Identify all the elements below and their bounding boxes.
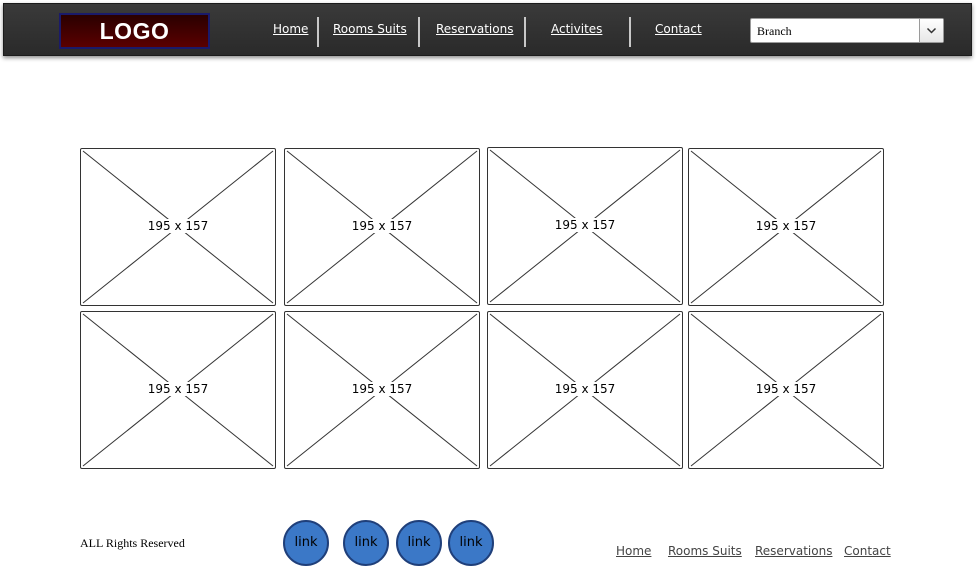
image-placeholder: 195 x 157	[284, 311, 480, 469]
footer-link-contact[interactable]: Contact	[844, 544, 891, 558]
circle-link-4[interactable]: link	[448, 520, 494, 566]
footer-link-rooms-suits[interactable]: Rooms Suits	[668, 544, 742, 558]
image-placeholder: 195 x 157	[688, 148, 884, 306]
image-placeholder-label: 195 x 157	[350, 382, 414, 396]
footer-link-reservations[interactable]: Reservations	[755, 544, 832, 558]
image-placeholder: 195 x 157	[487, 147, 683, 305]
chevron-down-icon	[926, 27, 937, 34]
nav-separator	[418, 17, 420, 47]
image-placeholder-label: 195 x 157	[146, 219, 210, 233]
branch-select-value: Branch	[757, 24, 792, 38]
footer-link-home[interactable]: Home	[616, 544, 651, 558]
image-placeholder: 195 x 157	[80, 311, 276, 469]
branch-dropdown-button[interactable]	[919, 19, 943, 42]
image-placeholder-label: 195 x 157	[553, 218, 617, 232]
nav-reservations[interactable]: Reservations	[436, 22, 513, 36]
nav-separator	[524, 17, 526, 47]
image-placeholder-label: 195 x 157	[350, 219, 414, 233]
nav-contact[interactable]: Contact	[655, 22, 702, 36]
logo[interactable]: LOGO	[59, 13, 210, 49]
nav-home[interactable]: Home	[273, 22, 308, 36]
copyright-text: ALL Rights Reserved	[80, 536, 185, 550]
circle-link-3[interactable]: link	[396, 520, 442, 566]
nav-activites[interactable]: Activites	[551, 22, 602, 36]
circle-link-1[interactable]: link	[283, 520, 329, 566]
nav-separator	[317, 17, 319, 47]
image-placeholder: 195 x 157	[487, 311, 683, 469]
image-placeholder-label: 195 x 157	[754, 219, 818, 233]
branch-select[interactable]: Branch	[750, 18, 944, 43]
top-navigation-bar: LOGO Home Rooms Suits Reservations Activ…	[3, 3, 972, 56]
image-placeholder: 195 x 157	[688, 311, 884, 469]
circle-link-2[interactable]: link	[343, 520, 389, 566]
nav-separator	[629, 17, 631, 47]
nav-rooms-suits[interactable]: Rooms Suits	[333, 22, 407, 36]
image-placeholder-label: 195 x 157	[754, 382, 818, 396]
image-placeholder-label: 195 x 157	[553, 382, 617, 396]
image-placeholder-label: 195 x 157	[146, 382, 210, 396]
image-placeholder: 195 x 157	[284, 148, 480, 306]
image-placeholder: 195 x 157	[80, 148, 276, 306]
